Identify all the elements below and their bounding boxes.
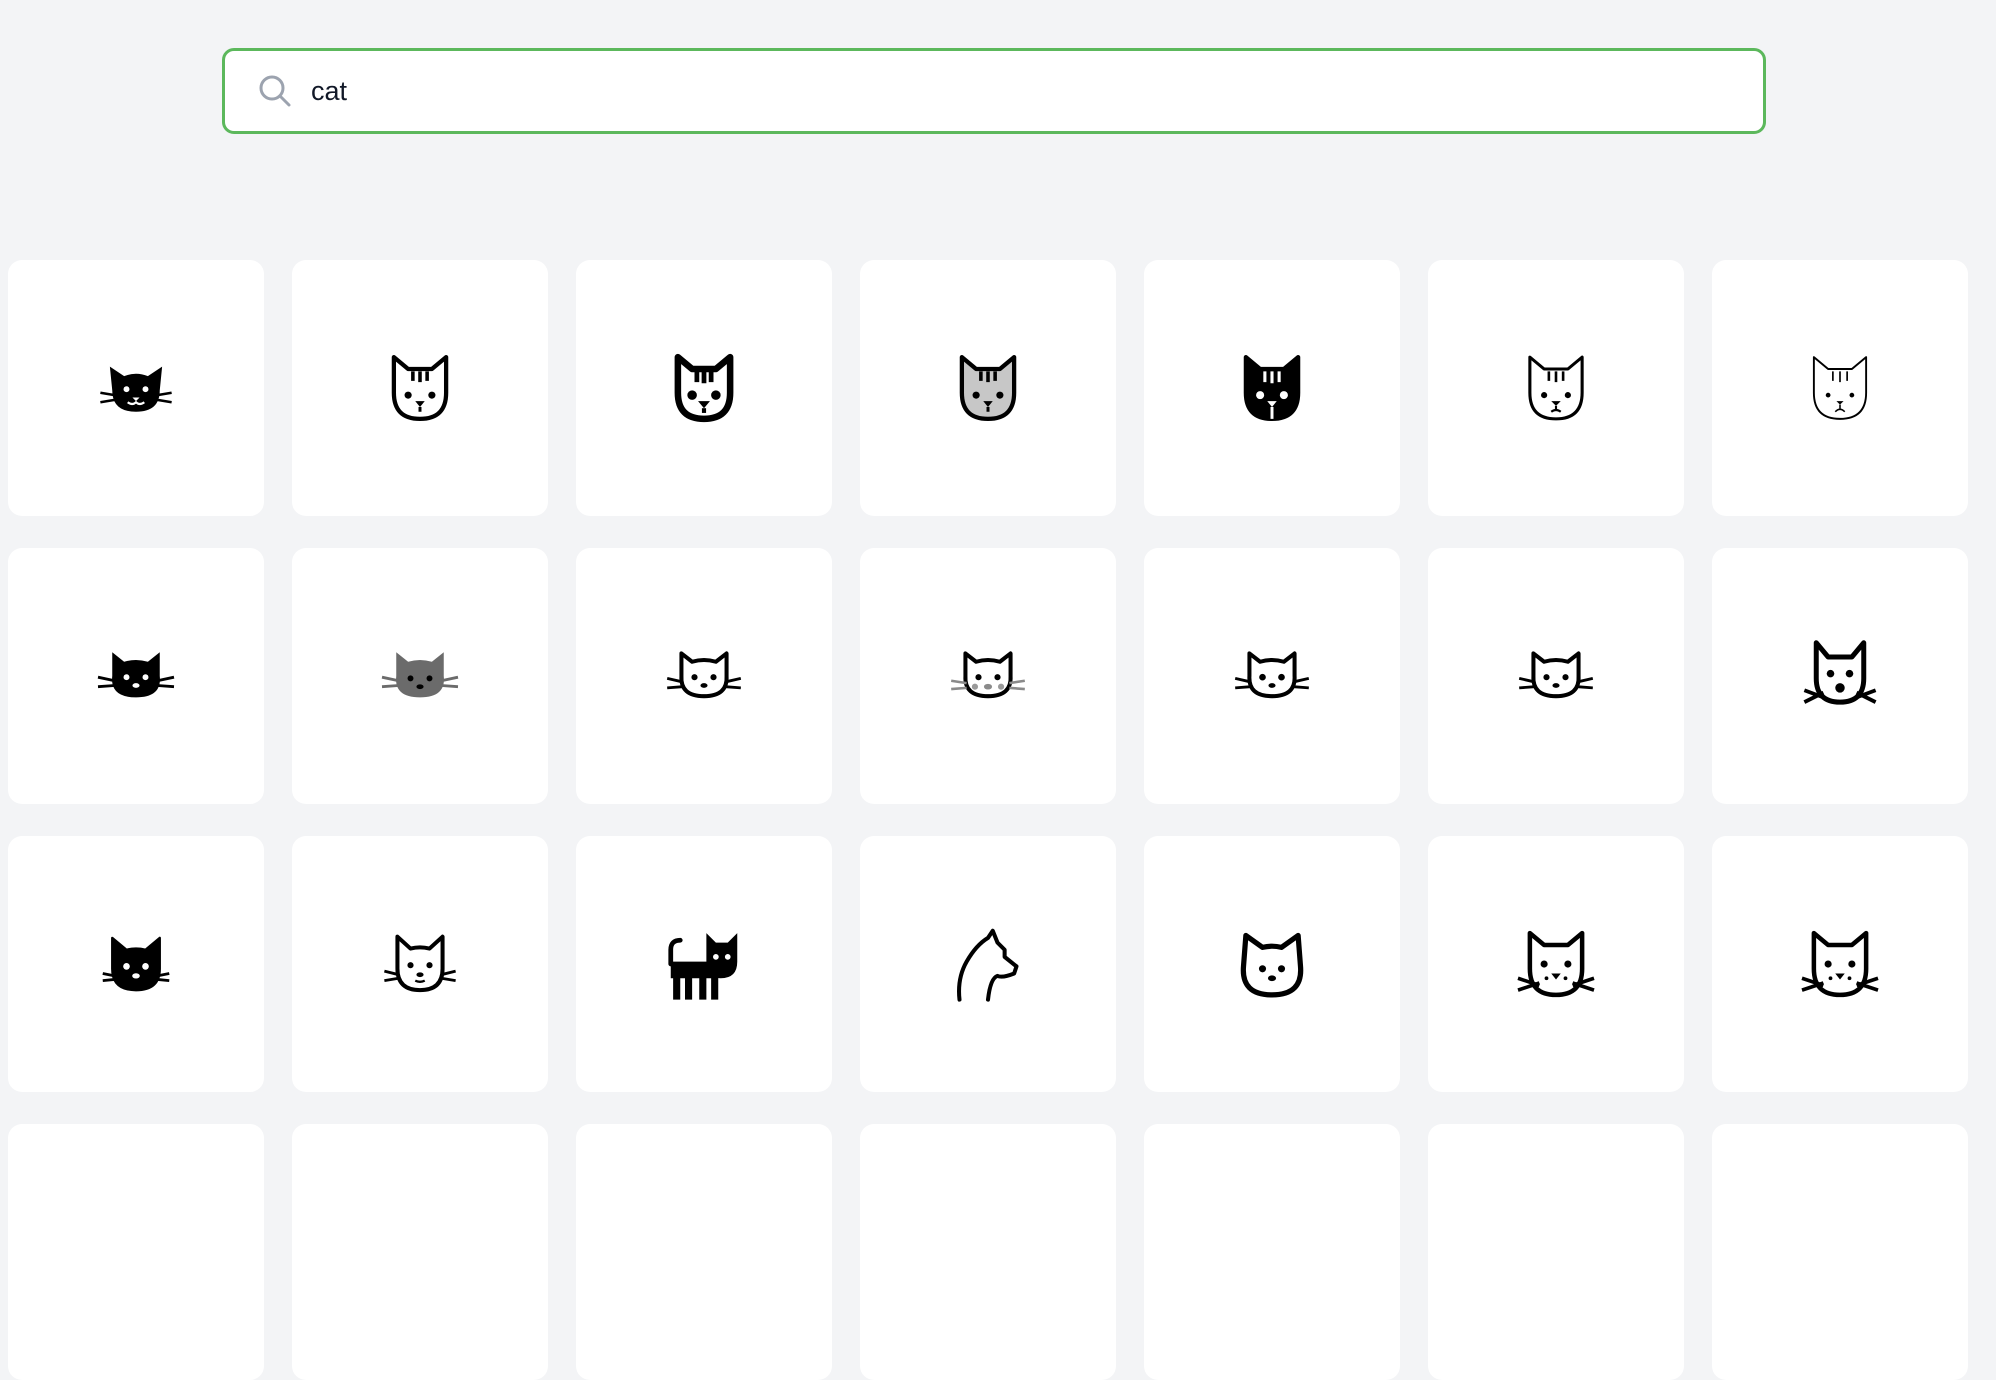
cat-face-spotted-outline-alt-icon	[1801, 930, 1879, 998]
cat-face-tabby-bold-outline-icon	[674, 353, 734, 423]
icon-tile[interactable]	[8, 260, 264, 516]
cat-face-whiskers-outline-gray-nose-icon	[950, 651, 1026, 699]
icon-tile[interactable]	[576, 548, 832, 804]
cat-face-tabby-outline-icon	[391, 354, 449, 422]
icon-tile[interactable]	[860, 1124, 1116, 1380]
cat-silhouette-outline-icon	[957, 928, 1019, 1002]
icon-tile[interactable]	[1144, 836, 1400, 1092]
icon-tile[interactable]	[8, 836, 264, 1092]
cat-face-surprised-outline-icon	[1803, 640, 1877, 705]
cat-face-tabby-light-outline-icon	[1812, 356, 1868, 420]
cat-face-spotted-outline-icon	[1517, 930, 1595, 998]
icon-tile[interactable]	[1428, 836, 1684, 1092]
icon-tile[interactable]	[1712, 260, 1968, 516]
icon-tile[interactable]	[1428, 1124, 1684, 1380]
icon-tile[interactable]	[576, 260, 832, 516]
icon-tile[interactable]	[1144, 1124, 1400, 1380]
icon-tile[interactable]	[1712, 1124, 1968, 1380]
icon-tile[interactable]	[1428, 548, 1684, 804]
icon-tile[interactable]	[292, 1124, 548, 1380]
search-input[interactable]	[311, 61, 1763, 121]
cat-face-whiskers-outline-alt-icon	[1234, 651, 1310, 699]
cat-face-filled-smile-icon	[100, 366, 172, 412]
icon-tile[interactable]	[1144, 548, 1400, 804]
cat-face-whiskers-outline-icon	[666, 651, 742, 699]
cat-face-tabby-thin-outline-icon	[1528, 355, 1584, 421]
icon-grid	[8, 260, 1968, 1380]
search-icon	[259, 75, 291, 107]
cat-full-body-filled-icon	[668, 933, 738, 1000]
icon-tile[interactable]	[860, 260, 1116, 516]
cat-face-round-outline-icon	[1240, 932, 1304, 998]
icon-tile[interactable]	[860, 836, 1116, 1092]
cat-face-simple-outline-icon	[384, 934, 456, 993]
icon-tile[interactable]	[1428, 260, 1684, 516]
icon-tile[interactable]	[292, 836, 548, 1092]
cat-face-whiskers-gray-icon	[381, 652, 459, 698]
cat-face-tabby-filled-icon	[1243, 354, 1301, 422]
icon-tile[interactable]	[576, 836, 832, 1092]
icon-tile[interactable]	[8, 548, 264, 804]
icon-tile[interactable]	[1144, 260, 1400, 516]
icon-tile[interactable]	[8, 1124, 264, 1380]
cat-face-whiskers-filled-icon	[97, 652, 175, 698]
icon-tile[interactable]	[292, 260, 548, 516]
icon-tile[interactable]	[860, 548, 1116, 804]
search-bar[interactable]	[222, 48, 1766, 134]
icon-tile[interactable]	[1712, 836, 1968, 1092]
icon-tile[interactable]	[292, 548, 548, 804]
cat-face-rounded-filled-icon	[102, 936, 170, 992]
cat-face-whiskers-outline-alt2-icon	[1518, 651, 1594, 699]
icon-tile[interactable]	[576, 1124, 832, 1380]
cat-face-tabby-gray-icon	[959, 354, 1017, 422]
icon-tile[interactable]	[1712, 548, 1968, 804]
